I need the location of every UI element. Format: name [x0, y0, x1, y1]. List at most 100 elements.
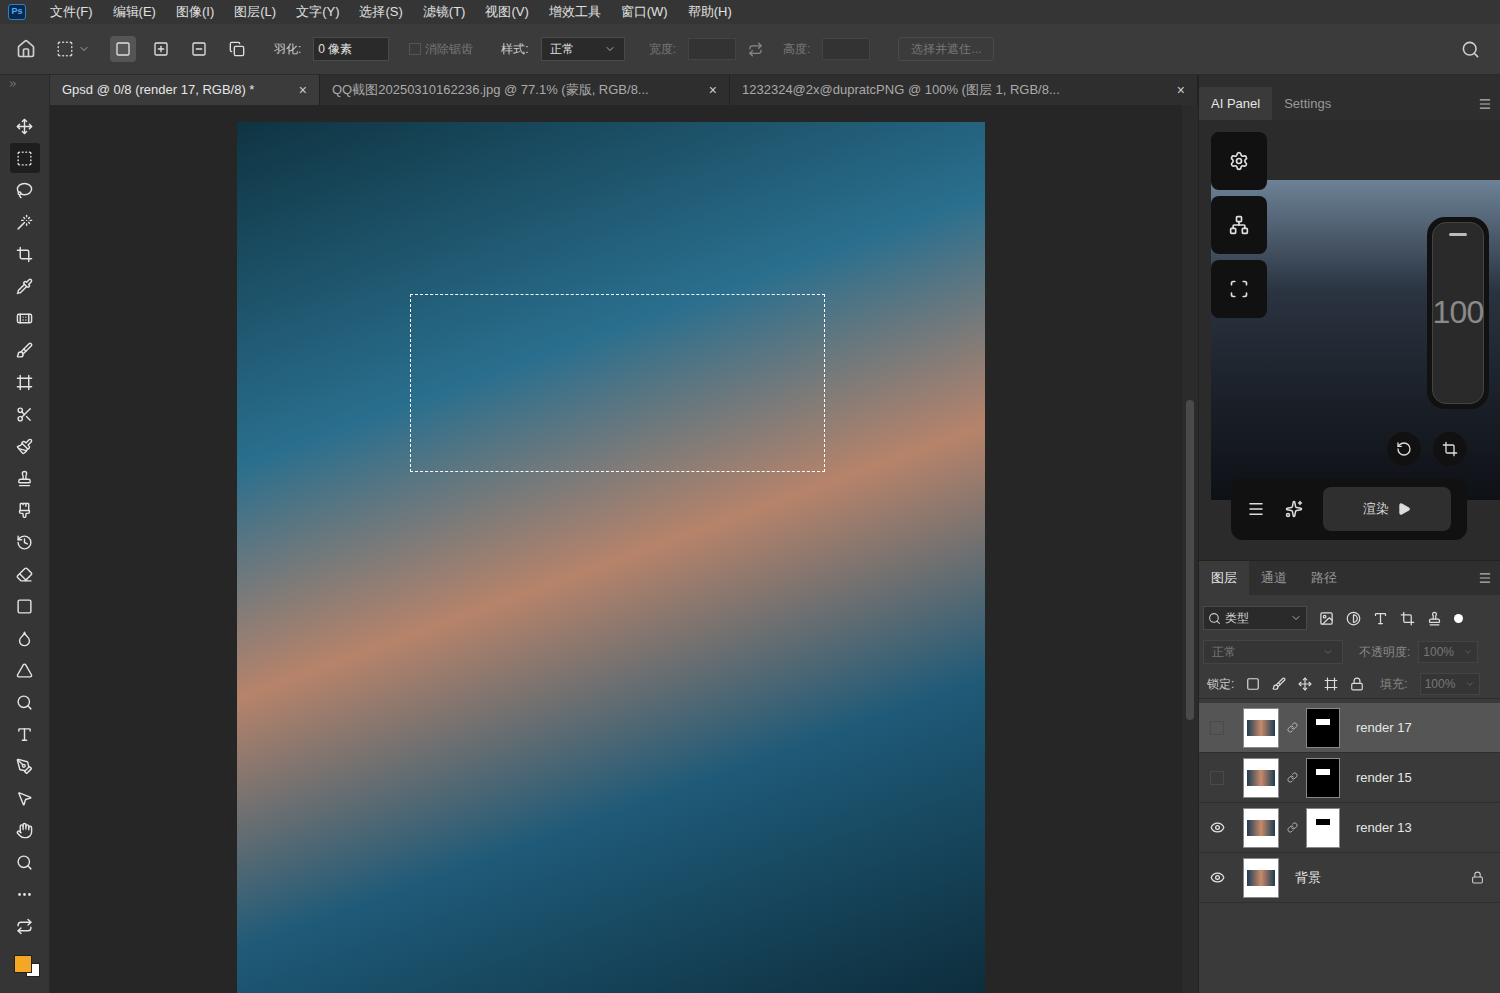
tool-preset[interactable]: [56, 40, 90, 58]
document-tab[interactable]: Gpsd @ 0/8 (render 17, RGB/8) *×: [50, 75, 320, 105]
tool-button[interactable]: [10, 847, 40, 877]
ai-slider[interactable]: 100: [1427, 217, 1489, 409]
tool-button[interactable]: [10, 879, 40, 909]
ai-tool-button[interactable]: [1211, 260, 1267, 318]
tool-button[interactable]: [10, 239, 40, 269]
layer-filter-dropdown[interactable]: 类型: [1203, 606, 1307, 630]
lock-option-icon[interactable]: [1272, 677, 1286, 691]
tool-button[interactable]: [10, 367, 40, 397]
opacity-field[interactable]: 100%: [1418, 641, 1478, 663]
filter-toggle[interactable]: [1454, 614, 1463, 623]
scroll-thumb[interactable]: [1186, 400, 1194, 720]
layer-row[interactable]: render 13: [1199, 803, 1500, 853]
layer-row[interactable]: render 15: [1199, 753, 1500, 803]
menu-item[interactable]: 增效工具: [541, 2, 609, 22]
vertical-scrollbar[interactable]: [1182, 105, 1198, 993]
tool-button[interactable]: [10, 591, 40, 621]
app-logo[interactable]: Ps: [8, 4, 26, 20]
lock-option-icon[interactable]: [1350, 677, 1364, 691]
search-icon[interactable]: [1461, 40, 1480, 59]
tool-button[interactable]: [10, 207, 40, 237]
collapse-icon[interactable]: [8, 79, 18, 89]
layer-name[interactable]: render 17: [1356, 718, 1492, 738]
blend-mode-dropdown[interactable]: 正常: [1203, 640, 1343, 664]
layer-filter-icon[interactable]: [1400, 611, 1415, 626]
select-and-mask-button[interactable]: 选择并遮住...: [898, 37, 994, 61]
link-icon[interactable]: [1287, 722, 1298, 733]
selection-mode-button[interactable]: [224, 36, 250, 62]
sparkle-icon[interactable]: [1285, 500, 1303, 518]
width-field[interactable]: [688, 38, 736, 60]
tool-button[interactable]: [10, 655, 40, 685]
panel-tab[interactable]: 路径: [1299, 561, 1349, 595]
panel-tab[interactable]: Settings: [1272, 87, 1343, 120]
layer-name[interactable]: render 13: [1356, 818, 1492, 838]
height-field[interactable]: [822, 38, 870, 60]
menu-icon[interactable]: [1247, 500, 1265, 518]
panel-tab[interactable]: 通道: [1249, 561, 1299, 595]
tool-button[interactable]: [10, 527, 40, 557]
tool-button[interactable]: [10, 559, 40, 589]
render-button[interactable]: 渲染: [1323, 487, 1451, 531]
crop-button[interactable]: [1433, 432, 1467, 466]
tool-button[interactable]: [10, 335, 40, 365]
tool-button[interactable]: [10, 783, 40, 813]
close-tab-button[interactable]: ×: [1177, 80, 1185, 101]
menu-item[interactable]: 视图(V): [477, 2, 536, 22]
tool-button[interactable]: [10, 911, 40, 941]
tool-button[interactable]: [10, 399, 40, 429]
visibility-toggle[interactable]: [1207, 718, 1227, 738]
document-tab[interactable]: 1232324@2x@dupratcPNG @ 100% (图层 1, RGB/…: [730, 75, 1198, 105]
layer-row[interactable]: render 17: [1199, 703, 1500, 753]
menu-item[interactable]: 文件(F): [42, 2, 101, 22]
tool-button[interactable]: [10, 623, 40, 653]
menu-item[interactable]: 编辑(E): [105, 2, 164, 22]
layer-mask-thumbnail[interactable]: [1306, 808, 1340, 848]
layer-filter-icon[interactable]: [1427, 611, 1442, 626]
layer-filter-icon[interactable]: [1346, 611, 1361, 626]
close-tab-button[interactable]: ×: [299, 80, 307, 101]
ai-tool-button[interactable]: [1211, 196, 1267, 254]
tool-button[interactable]: [10, 271, 40, 301]
rotate-button[interactable]: [1387, 432, 1421, 466]
tool-button[interactable]: [10, 687, 40, 717]
tool-button[interactable]: [10, 463, 40, 493]
slider-handle[interactable]: [1449, 233, 1467, 236]
layer-row[interactable]: 背景: [1199, 853, 1500, 903]
menu-item[interactable]: 图层(L): [226, 2, 284, 22]
fill-field[interactable]: 100%: [1420, 673, 1480, 695]
layer-mask-thumbnail[interactable]: [1306, 708, 1340, 748]
tool-button[interactable]: [10, 751, 40, 781]
panel-menu-icon[interactable]: [1478, 97, 1492, 111]
menu-item[interactable]: 图像(I): [168, 2, 222, 22]
selection-mode-button[interactable]: [110, 36, 136, 62]
swap-icon[interactable]: [748, 42, 763, 57]
style-dropdown[interactable]: 正常: [541, 37, 625, 61]
foreground-color[interactable]: [14, 955, 32, 973]
menu-item[interactable]: 窗口(W): [613, 2, 676, 22]
link-icon[interactable]: [1287, 772, 1298, 783]
panel-tab[interactable]: AI Panel: [1199, 87, 1272, 120]
selection-marquee[interactable]: [410, 294, 825, 472]
menu-item[interactable]: 滤镜(T): [415, 2, 474, 22]
feather-field[interactable]: 0 像素: [313, 37, 389, 61]
layer-filter-icon[interactable]: [1319, 611, 1334, 626]
color-swatches[interactable]: [10, 947, 40, 977]
tool-button[interactable]: [10, 431, 40, 461]
visibility-toggle[interactable]: [1207, 868, 1227, 888]
selection-mode-button[interactable]: [186, 36, 212, 62]
menu-item[interactable]: 文字(Y): [288, 2, 347, 22]
document-tab[interactable]: QQ截图20250310162236.jpg @ 77.1% (蒙版, RGB/…: [320, 75, 730, 105]
panel-tab[interactable]: 图层: [1199, 561, 1249, 595]
tool-button[interactable]: [10, 111, 40, 141]
antialias-checkbox[interactable]: 消除锯齿: [409, 40, 473, 58]
close-tab-button[interactable]: ×: [709, 80, 717, 101]
home-icon[interactable]: [16, 39, 36, 59]
layer-name[interactable]: 背景: [1295, 868, 1463, 888]
lock-option-icon[interactable]: [1298, 677, 1312, 691]
layer-name[interactable]: render 15: [1356, 768, 1492, 788]
lock-option-icon[interactable]: [1246, 677, 1260, 691]
tool-button[interactable]: [10, 495, 40, 525]
panel-menu-icon[interactable]: [1478, 571, 1492, 585]
tool-button[interactable]: [10, 143, 40, 173]
